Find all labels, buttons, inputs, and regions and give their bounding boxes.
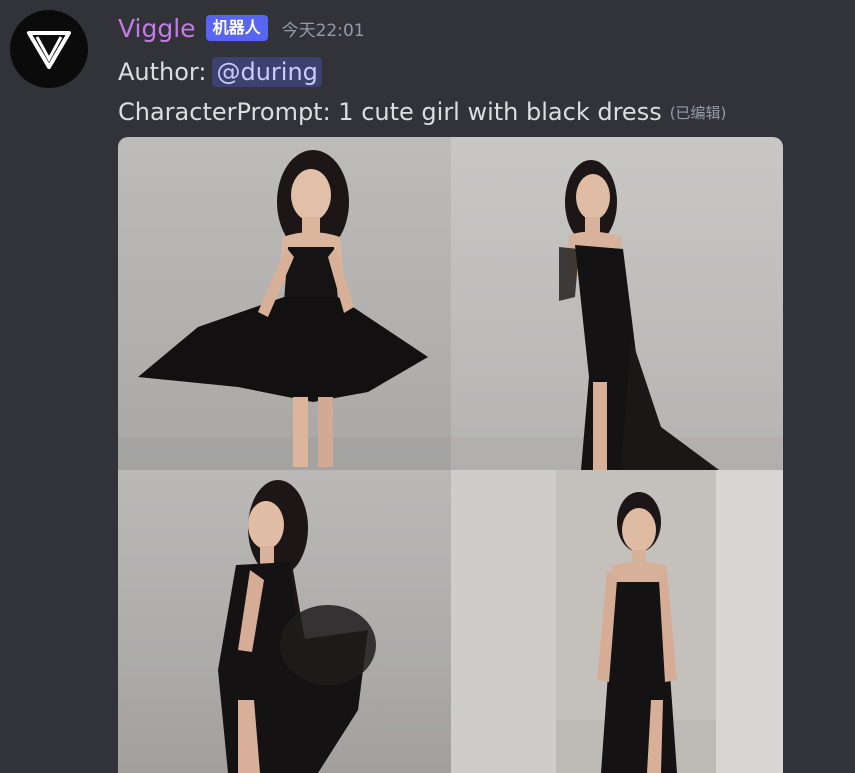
chat-message: Viggle 机器人 今天22:01 Author: @during Chara… bbox=[0, 0, 855, 773]
woman-photo-image bbox=[218, 480, 376, 773]
image-grid bbox=[118, 137, 783, 773]
user-mention[interactable]: @during bbox=[212, 57, 322, 87]
image-tile-1[interactable] bbox=[118, 137, 451, 470]
prompt-text: CharacterPrompt: 1 cute girl with black … bbox=[118, 98, 662, 126]
image-tile-4[interactable] bbox=[451, 470, 783, 773]
timestamp: 今天22:01 bbox=[281, 20, 365, 41]
woman-photo-image bbox=[118, 150, 451, 470]
edited-label: (已编辑) bbox=[669, 103, 727, 122]
username[interactable]: Viggle bbox=[118, 14, 196, 43]
viggle-logo-icon bbox=[27, 31, 71, 69]
prompt-line: CharacterPrompt: 1 cute girl with black … bbox=[118, 94, 726, 130]
woman-photo-image bbox=[451, 470, 783, 773]
author-label: Author: bbox=[118, 58, 207, 86]
bot-tag: 机器人 bbox=[205, 15, 268, 41]
image-tile-2[interactable] bbox=[451, 137, 783, 470]
message-header: Viggle 机器人 今天22:01 bbox=[118, 10, 365, 46]
author-line: Author: @during bbox=[118, 54, 322, 90]
image-tile-3[interactable] bbox=[118, 470, 451, 773]
woman-photo-image bbox=[451, 160, 783, 470]
avatar[interactable] bbox=[10, 10, 88, 88]
